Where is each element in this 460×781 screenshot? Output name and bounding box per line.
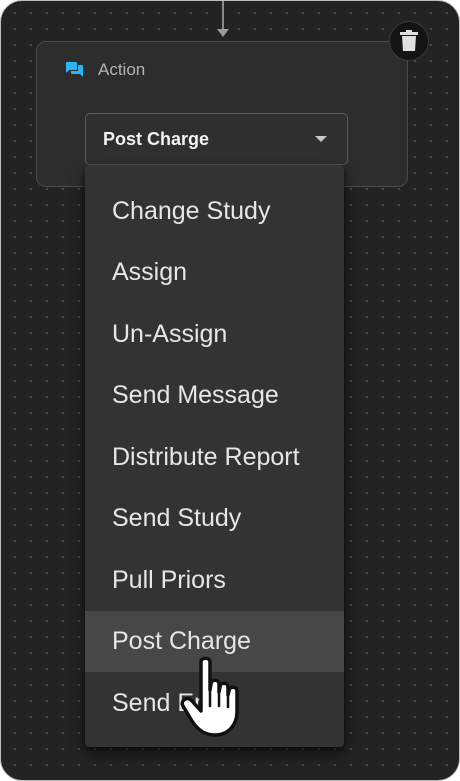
dropdown-item-label: Pull Priors bbox=[112, 566, 226, 594]
connector-arrow-icon bbox=[217, 29, 229, 37]
action-type-select[interactable]: Post Charge bbox=[85, 113, 348, 165]
node-header: Action bbox=[64, 60, 145, 80]
dropdown-item-label: Post Charge bbox=[112, 627, 251, 655]
dropdown-item-post-charge[interactable]: Post Charge bbox=[85, 611, 344, 672]
chat-bubbles-icon bbox=[66, 62, 83, 77]
dropdown-item-label: Send Email bbox=[112, 689, 240, 717]
dropdown-item-label: Send Study bbox=[112, 504, 242, 532]
trash-icon bbox=[400, 30, 418, 51]
dropdown-item-pull-priors[interactable]: Pull Priors bbox=[85, 550, 344, 611]
dropdown-item-label: Distribute Report bbox=[112, 443, 300, 471]
dropdown-item-un-assign[interactable]: Un-Assign bbox=[85, 304, 344, 365]
connector-line bbox=[222, 1, 224, 31]
action-type-dropdown: Change Study Assign Un-Assign Send Messa… bbox=[85, 165, 344, 747]
select-value: Post Charge bbox=[103, 128, 210, 149]
dropdown-item-label: Assign bbox=[112, 258, 188, 286]
dropdown-item-send-message[interactable]: Send Message bbox=[85, 365, 344, 426]
dropdown-item-send-email[interactable]: Send Email bbox=[85, 673, 344, 734]
dropdown-item-distribute-report[interactable]: Distribute Report bbox=[85, 427, 344, 488]
workflow-canvas[interactable]: Action Post Charge Change Study Assign U… bbox=[0, 0, 460, 781]
node-title: Action bbox=[98, 60, 146, 79]
caret-down-icon bbox=[315, 136, 327, 142]
dropdown-item-send-study[interactable]: Send Study bbox=[85, 488, 344, 549]
dropdown-item-label: Send Message bbox=[112, 381, 279, 409]
dropdown-item-label: Change Study bbox=[112, 197, 271, 225]
dropdown-item-label: Un-Assign bbox=[112, 320, 228, 348]
dropdown-item-assign[interactable]: Assign bbox=[85, 242, 344, 303]
delete-node-button[interactable] bbox=[389, 21, 429, 61]
dropdown-item-change-study[interactable]: Change Study bbox=[85, 181, 344, 242]
